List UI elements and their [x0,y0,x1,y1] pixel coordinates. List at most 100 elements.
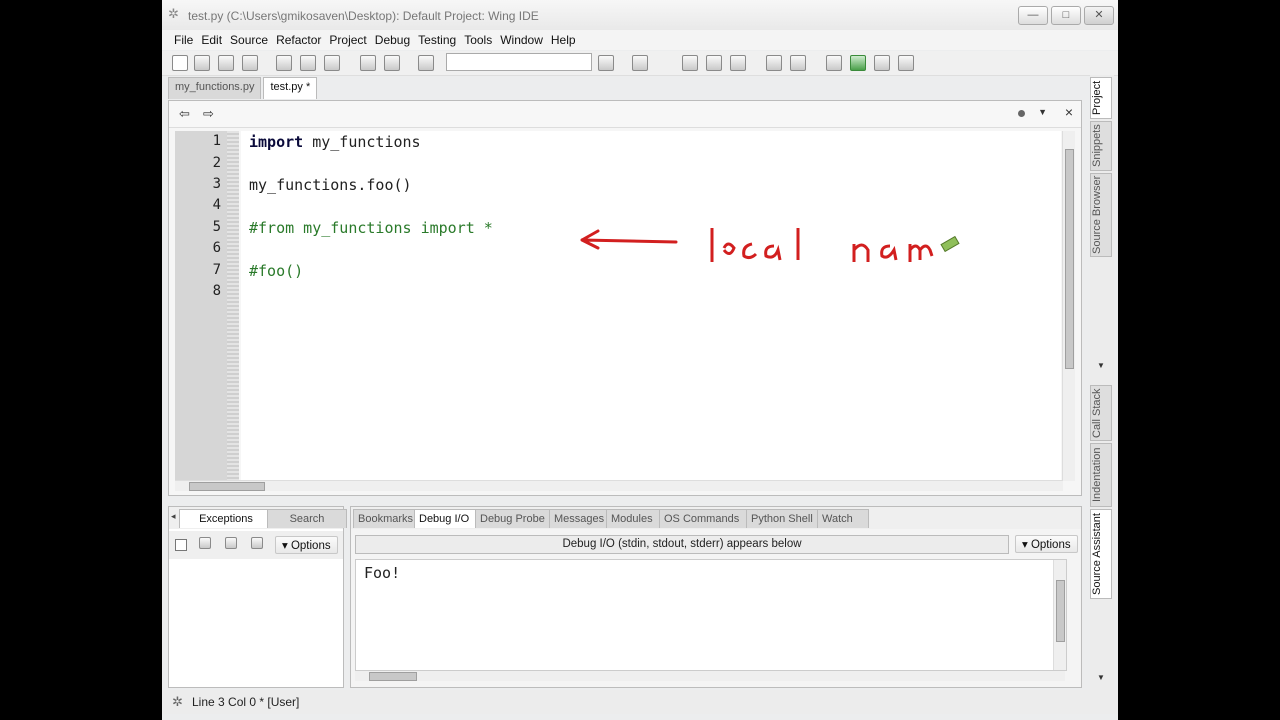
exception-action-icon[interactable] [199,537,211,549]
code-line-5: #from my_functions import * [249,219,493,237]
line-number: 3 [212,176,221,192]
menu-window[interactable]: Window [500,33,543,47]
output-text: Foo! [364,564,401,582]
tab-exceptions[interactable]: Exceptions [179,509,273,528]
menu-edit[interactable]: Edit [201,33,222,47]
save-icon[interactable] [218,55,234,71]
menu-file[interactable]: File [174,33,193,47]
goto-definition-icon[interactable] [632,55,648,71]
run-debug-icon[interactable] [850,55,866,71]
chevron-down-icon[interactable]: ▼ [1038,107,1047,117]
tab-call-stack[interactable]: Call Stack [1090,385,1112,441]
toolbar-search-input[interactable] [446,53,592,71]
tab-debug-io[interactable]: Debug I/O [414,509,482,528]
line-number-gutter: 1 2 3 4 5 6 7 8 [175,131,239,483]
checkbox[interactable] [175,539,187,551]
undo-icon[interactable] [360,55,376,71]
scroll-thumb[interactable] [369,672,417,681]
ide-window: ✲ test.py (C:\Users\gmikosaven\Desktop):… [162,0,1118,720]
editor-vertical-scrollbar[interactable] [1062,131,1075,481]
editor-frame: ⇦ ⇨ ▼ × 1 2 3 4 5 6 7 8 import my_functi… [168,100,1082,496]
maximize-button[interactable]: □ [1051,6,1081,25]
tab-os-commands[interactable]: OS Commands [659,509,753,528]
debug-io-output[interactable]: Foo! [355,559,1067,671]
pen-cursor-icon [940,235,960,253]
menu-debug[interactable]: Debug [375,33,410,47]
tab-search[interactable]: Search [267,509,347,528]
tab-project[interactable]: Project [1090,77,1112,119]
tab-snippets[interactable]: Snippets [1090,121,1112,171]
tab-source-assistant[interactable]: Source Assistant [1090,509,1112,599]
status-text: Line 3 Col 0 * [User] [192,695,300,709]
line-number: 6 [212,240,221,256]
output-horizontal-scrollbar[interactable] [355,671,1065,681]
tab-python-shell[interactable]: Python Shell [746,509,824,528]
minimize-button[interactable]: — [1018,6,1048,25]
menu-help[interactable]: Help [551,33,576,47]
python-icon[interactable] [766,55,782,71]
editor-horizontal-scrollbar[interactable] [175,480,1063,491]
tab-watch[interactable]: Watch [817,509,869,528]
code-text: my_functions.foo() [249,176,412,194]
step-into-icon[interactable] [682,55,698,71]
debug-io-banner: Debug I/O (stdin, stdout, stderr) appear… [355,535,1009,554]
redo-icon[interactable] [384,55,400,71]
exception-action-icon[interactable] [225,537,237,549]
scroll-thumb[interactable] [1065,149,1074,369]
step-over-icon[interactable] [706,55,722,71]
close-button[interactable]: ✕ [1084,6,1114,25]
tab-modules[interactable]: Modules [606,509,666,528]
chevron-down-icon[interactable]: ▼ [1097,673,1105,682]
tab-debug-probe[interactable]: Debug Probe [475,509,556,528]
tool-tab-bar: Bookmarks Debug I/O Debug Probe Messages… [351,507,1081,529]
step-icon[interactable] [874,55,890,71]
window-controls: — □ ✕ [1018,6,1114,25]
line-number: 7 [212,262,221,278]
new-file-icon[interactable] [172,55,188,71]
line-number: 2 [212,155,221,171]
menu-testing[interactable]: Testing [418,33,456,47]
code-line-7: #foo() [249,262,304,280]
keyword-import: import [249,133,304,151]
paste-icon[interactable] [324,55,340,71]
menu-tools[interactable]: Tools [464,33,492,47]
code-line-3: my_functions.foo() [249,176,412,194]
chevron-down-icon[interactable]: ▼ [1097,361,1105,370]
close-editor-icon[interactable]: × [1065,104,1073,120]
copy-icon[interactable] [300,55,316,71]
menu-project[interactable]: Project [329,33,366,47]
code-line-1: import my_functions [249,133,421,151]
tab-messages[interactable]: Messages [549,509,613,528]
save-all-icon[interactable] [242,55,258,71]
find-icon[interactable] [598,55,614,71]
options-button[interactable]: ▾ Options [1015,535,1078,553]
tab-test-py[interactable]: test.py * [263,77,318,99]
editor-tab-strip: my_functions.py test.py * [168,77,319,99]
scroll-thumb[interactable] [1056,580,1065,642]
options-button[interactable]: ▾ Options [275,536,338,554]
cut-icon[interactable] [276,55,292,71]
tab-indentation[interactable]: Indentation [1090,443,1112,507]
tab-my-functions[interactable]: my_functions.py [168,77,262,99]
scroll-left-icon[interactable]: ◂ [171,511,176,522]
wing-app-icon: ✲ [168,6,179,21]
tab-bookmarks[interactable]: Bookmarks [353,509,421,528]
file-properties-icon[interactable] [790,55,806,71]
nav-back-icon[interactable]: ⇦ [179,106,190,122]
step-out-icon[interactable] [730,55,746,71]
exception-action-icon[interactable] [251,537,263,549]
menu-refactor[interactable]: Refactor [276,33,321,47]
tab-source-browser[interactable]: Source Browser [1090,173,1112,257]
debug-io-panel: Bookmarks Debug I/O Debug Probe Messages… [350,506,1082,688]
output-vertical-scrollbar[interactable] [1053,560,1066,670]
exceptions-panel: ◂ Exceptions Search ▾ Options [168,506,347,688]
nav-forward-icon[interactable]: ⇨ [203,106,214,122]
restart-icon[interactable] [898,55,914,71]
scroll-thumb[interactable] [189,482,265,491]
open-folder-icon[interactable] [194,55,210,71]
menu-source[interactable]: Source [230,33,268,47]
code-editor[interactable]: import my_functions my_functions.foo() #… [241,131,1061,483]
stop-hand-icon[interactable] [826,55,842,71]
bug-icon: ✲ [172,694,183,709]
indent-icon[interactable] [418,55,434,71]
